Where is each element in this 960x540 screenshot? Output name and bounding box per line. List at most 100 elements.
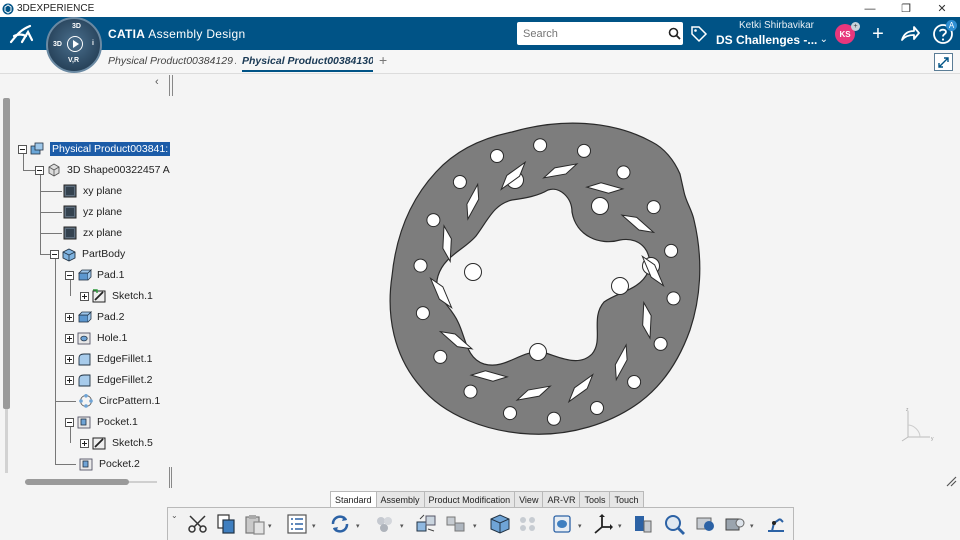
properties-icon[interactable] [285,513,309,535]
tree-node-sketch-1[interactable]: Sketch.1 [80,287,153,305]
tree-connector [55,401,76,402]
render-icon[interactable] [723,513,747,535]
tree-node-label: Sketch.5 [112,437,153,449]
explode-icon[interactable] [414,513,438,535]
tree-node-zx-plane[interactable]: zx plane [62,224,122,242]
tree-node-pad-2[interactable]: Pad.2 [65,308,124,326]
minimize-button[interactable]: — [852,0,888,17]
snap-icon[interactable] [631,513,655,535]
robot-icon[interactable] [764,513,788,535]
section-tab-standard[interactable]: Standard [330,491,377,507]
tree-node-circpattern-1[interactable]: CircPattern.1 [78,392,160,410]
update-icon[interactable] [328,513,352,535]
tree-node-pocket-1[interactable]: Pocket.1 [65,413,138,431]
tree-node-physical-product[interactable]: Physical Product003841: [18,140,171,158]
section-tab-touch[interactable]: Touch [609,491,644,507]
tree-node-3d-shape[interactable]: 3D Shape00322457 A [35,161,170,179]
insert-product-icon[interactable] [373,513,397,535]
close-window-button[interactable]: ✕ [924,0,960,17]
view-icon[interactable] [693,513,717,535]
tree-node-pad-1[interactable]: Pad.1 [65,266,124,284]
section-tab-product-modification[interactable]: Product Modification [423,491,516,507]
expand-action-bar-icon[interactable]: ⌄ [171,511,178,520]
tree-node-yz-plane[interactable]: yz plane [62,203,122,221]
tag-icon[interactable] [690,25,708,43]
tree-node-label: PartBody [82,248,126,260]
vent-hole [666,291,681,306]
resize-grip-icon[interactable] [944,474,958,488]
expand-node-icon[interactable] [80,291,89,301]
expand-node-icon[interactable] [65,333,74,343]
collapse-node-icon[interactable] [18,144,27,154]
play-icon[interactable] [67,36,83,52]
sketch-icon [92,437,106,450]
insert-dropdown-icon[interactable]: ▾ [400,522,404,530]
collapse-node-icon[interactable] [35,165,44,175]
zoom-icon[interactable] [663,513,687,535]
section-tab-ar-vr[interactable]: AR-VR [542,491,581,507]
search-input[interactable] [517,22,665,45]
constraint-icon[interactable] [444,513,468,535]
compass-left-label: 3D [53,41,62,48]
pattern-icon[interactable] [516,513,540,535]
fix-icon[interactable] [488,513,512,535]
tab-physical-product-129[interactable]: Physical Product00384129 A. [108,55,236,67]
add-tab-icon[interactable]: + [379,52,387,68]
add-icon[interactable]: + [866,22,890,46]
3d-compass[interactable]: 3D 3D i V,R [46,17,102,73]
cut-icon[interactable] [186,513,210,535]
tree-node-edgefillet-2[interactable]: EdgeFillet.2 [65,371,152,389]
search-box[interactable] [517,22,683,45]
axis-dropdown-icon[interactable]: ▾ [618,522,622,530]
tree-node-hole-1[interactable]: Hole.1 [65,329,127,347]
section-tab-view[interactable]: View [514,491,544,507]
document-tab-bar: Physical Product00384129 A. Physical Pro… [0,50,960,74]
tree-node-sketch-5[interactable]: Sketch.5 [80,434,153,452]
search-icon[interactable] [665,23,683,45]
copy-icon[interactable] [214,513,238,535]
fullscreen-button[interactable] [934,53,953,71]
collapse-node-icon[interactable] [50,249,59,259]
tree-node-xy-plane[interactable]: xy plane [62,182,122,200]
expand-node-icon[interactable] [65,312,74,322]
tree-node-partbody[interactable]: PartBody [50,245,125,263]
section-tab-assembly[interactable]: Assembly [375,491,425,507]
3d-viewport[interactable] [175,75,960,490]
vent-hole [452,175,467,189]
tree-horizontal-scrollbar[interactable] [25,479,129,485]
vent-hole [653,336,668,351]
paste-dropdown-icon[interactable]: ▾ [268,522,272,530]
collapse-node-icon[interactable] [65,270,74,280]
measure-dropdown-icon[interactable]: ▾ [578,522,582,530]
tree-node-label: Pad.1 [97,269,125,281]
compass-right-label: i [92,40,94,47]
3dexperience-app-icon [2,3,14,14]
expand-node-icon[interactable] [80,438,89,448]
tree-node-pocket-2[interactable]: Pocket.2 [78,455,140,473]
section-tab-tools[interactable]: Tools [579,491,611,507]
compass-axis-icon[interactable] [591,513,615,535]
tree-node-label: 3D Shape00322457 A [67,164,170,176]
properties-dropdown-icon[interactable]: ▾ [312,522,316,530]
tree-vertical-scrollbar[interactable] [3,98,10,409]
panel-divider[interactable] [169,75,170,96]
plane-icon [63,184,77,198]
axis-gizmo[interactable]: z y [900,405,940,445]
paste-icon[interactable] [243,513,267,535]
tree-node-edgefillet-1[interactable]: EdgeFillet.1 [65,350,152,368]
tab-physical-product-130[interactable]: Physical Product00384130 [242,55,373,72]
measure-icon[interactable] [551,513,575,535]
expand-node-icon[interactable] [65,375,74,385]
user-space-selector[interactable]: Ketki Shirbavikar DS Challenges -... ⌄ [716,20,828,48]
render-dropdown-icon[interactable]: ▾ [750,522,754,530]
expand-node-icon[interactable] [65,354,74,364]
collapse-node-icon[interactable] [65,417,74,427]
update-dropdown-icon[interactable]: ▾ [356,522,360,530]
share-icon[interactable] [898,22,922,46]
dassault-logo-icon[interactable] [8,22,36,46]
collapse-tree-icon[interactable]: ‹ [155,76,159,88]
constraint-dropdown-icon[interactable]: ▾ [473,522,477,530]
tree-node-label: yz plane [83,206,123,218]
restore-button[interactable]: ❐ [888,0,924,17]
plane-icon [63,226,77,240]
